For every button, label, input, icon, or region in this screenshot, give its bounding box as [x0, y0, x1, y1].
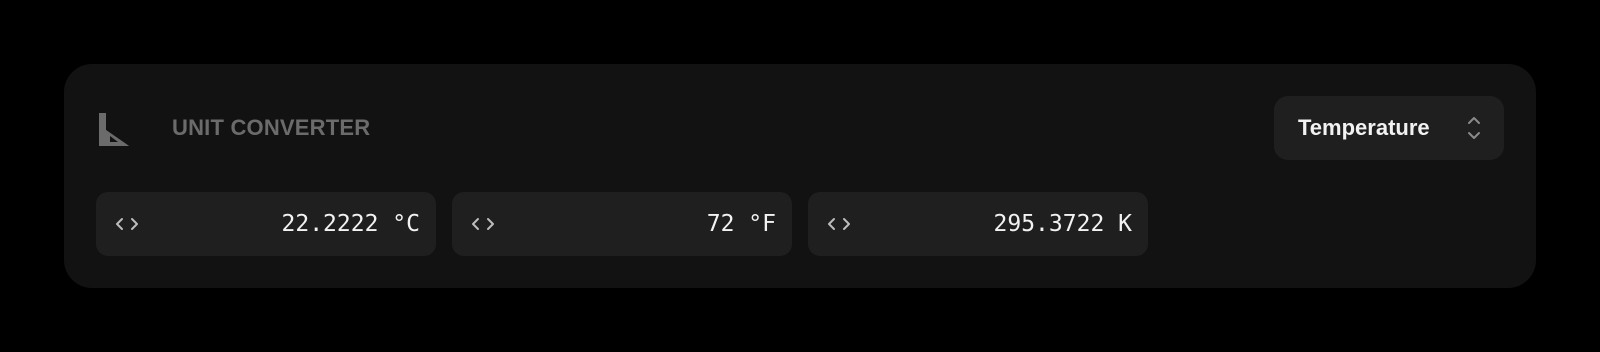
celsius-field[interactable]: 22.2222 °C — [96, 192, 436, 256]
code-brackets-icon — [470, 214, 496, 234]
kelvin-value[interactable]: 295.3722 K — [994, 192, 1132, 256]
code-brackets-icon — [826, 214, 852, 234]
chevron-up-down-icon — [1466, 114, 1482, 142]
fahrenheit-field[interactable]: 72 °F — [452, 192, 792, 256]
celsius-value[interactable]: 22.2222 °C — [282, 192, 420, 256]
conversion-fields: 22.2222 °C 72 °F 295.3722 K — [96, 192, 1148, 256]
unit-converter-card: UNIT CONVERTER Temperature 22.2222 °C 72… — [64, 64, 1536, 288]
kelvin-field[interactable]: 295.3722 K — [808, 192, 1148, 256]
fahrenheit-value[interactable]: 72 °F — [707, 192, 776, 256]
unit-type-selected-value: Temperature — [1298, 115, 1430, 140]
converter-header: UNIT CONVERTER Temperature — [96, 96, 1504, 160]
code-brackets-icon — [114, 214, 140, 234]
ruler-triangle-icon — [96, 110, 132, 146]
page-title: UNIT CONVERTER — [172, 115, 371, 140]
unit-type-select[interactable]: Temperature — [1274, 96, 1504, 160]
